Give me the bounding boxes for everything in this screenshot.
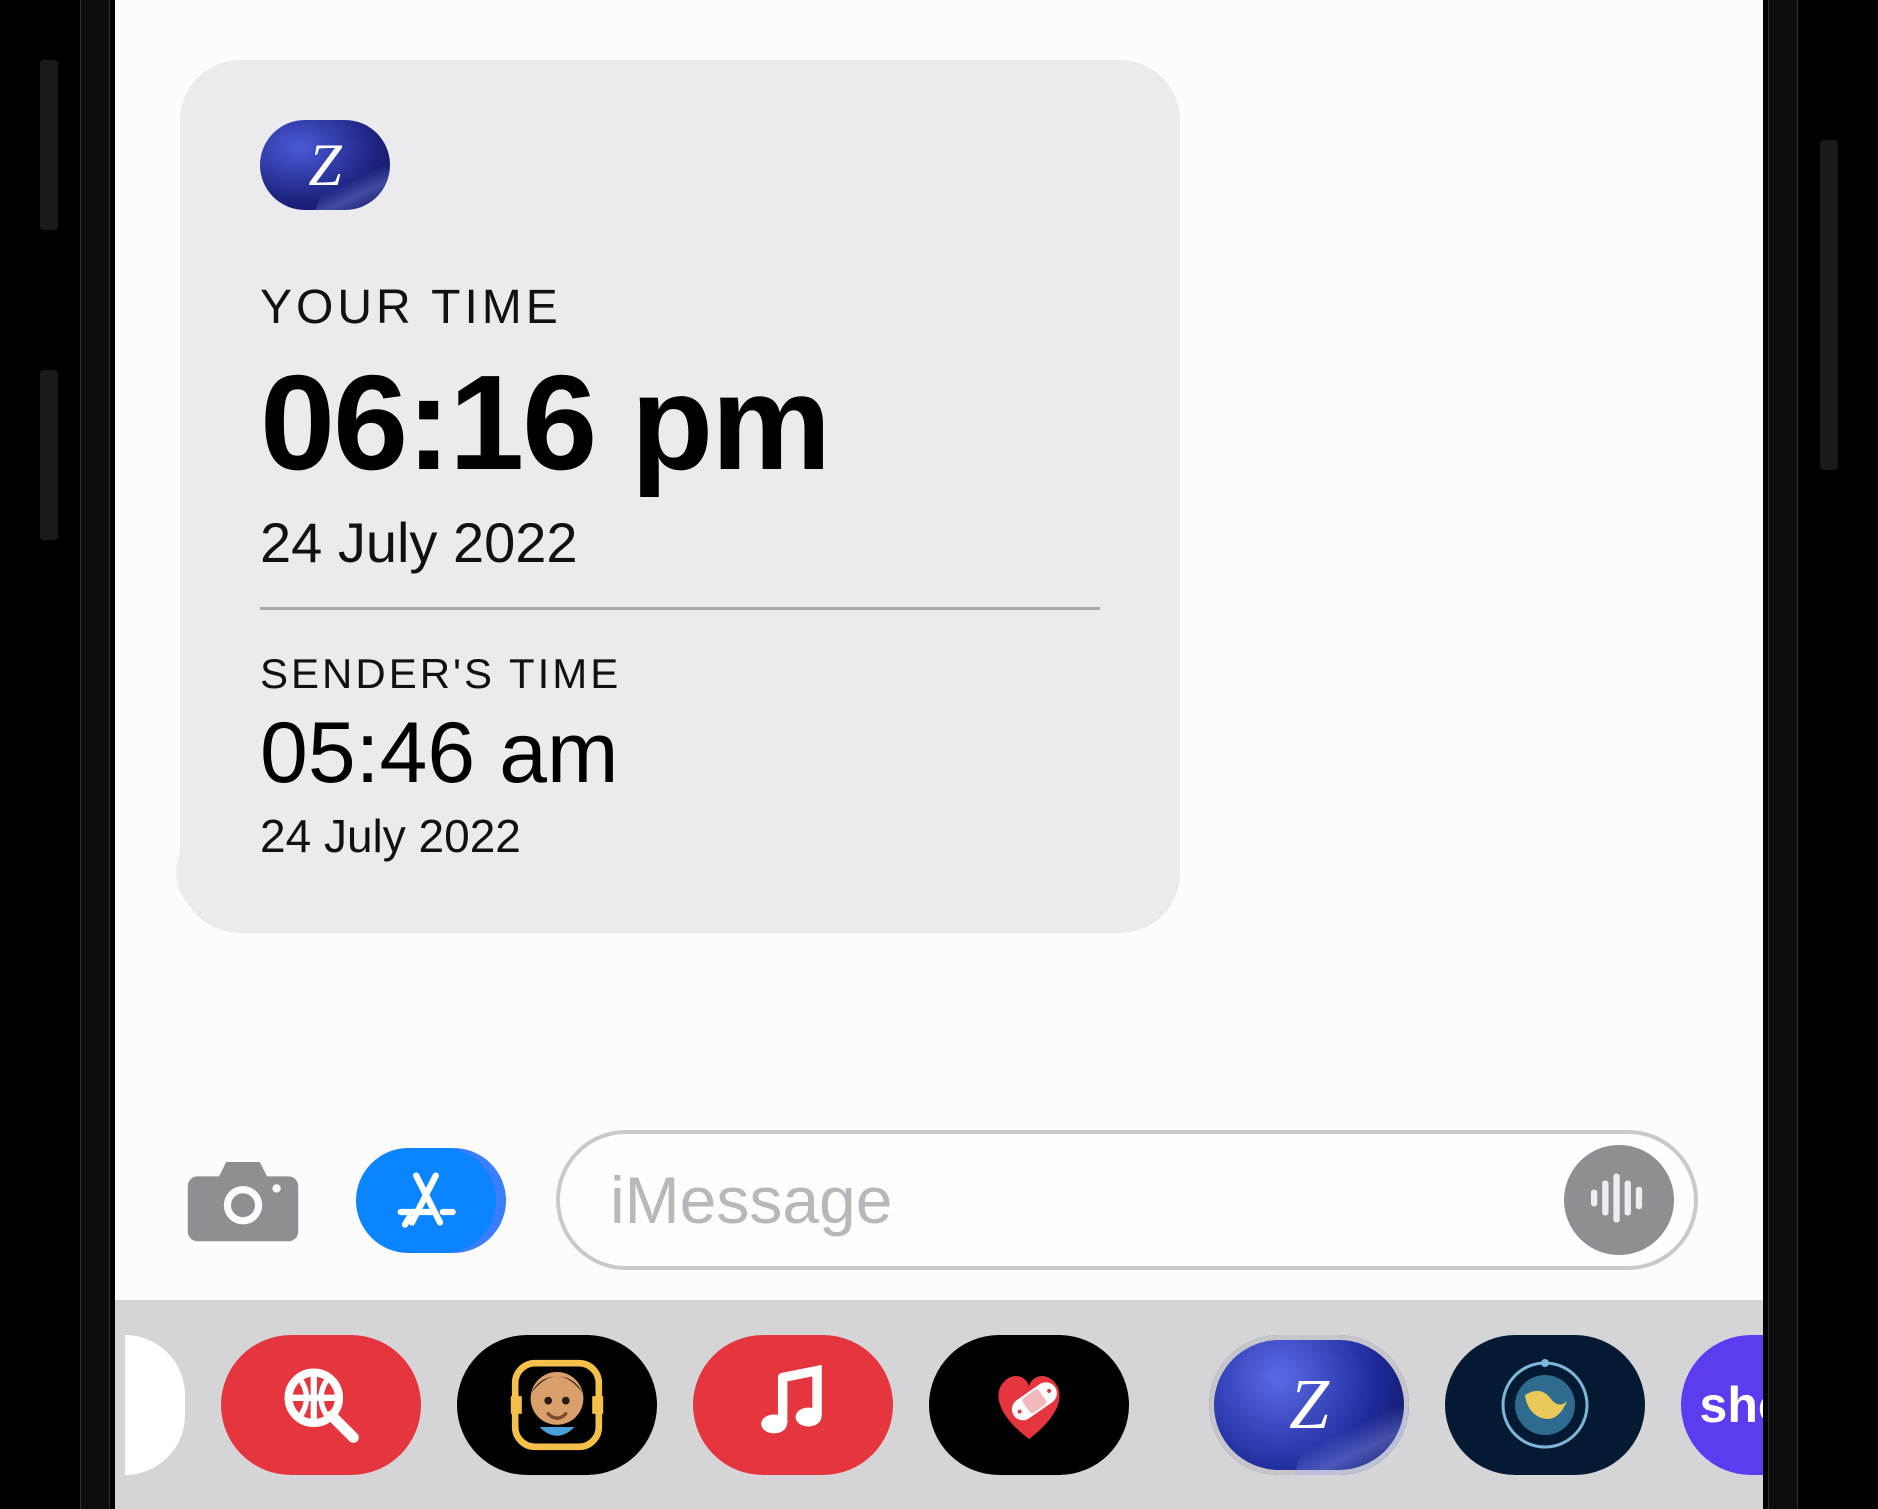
- zones-app-badge-icon: Z: [260, 120, 390, 210]
- drawer-app-memoji[interactable]: [457, 1335, 657, 1475]
- sender-time-label: SENDER'S TIME: [260, 650, 1100, 698]
- device-bezel-right: [1768, 0, 1798, 1509]
- memoji-icon: [502, 1350, 612, 1460]
- volume-down-button: [40, 370, 58, 540]
- drawer-app-globe[interactable]: [1445, 1335, 1645, 1475]
- heart-bandage-icon: [979, 1355, 1079, 1455]
- zones-icon: Z: [1289, 1363, 1329, 1446]
- message-placeholder: iMessage: [610, 1162, 892, 1238]
- waveform-icon: [1584, 1163, 1654, 1238]
- voice-message-button[interactable]: [1564, 1145, 1674, 1255]
- device-bezel-left: [80, 0, 110, 1509]
- drawer-app-zones[interactable]: Z: [1209, 1335, 1409, 1475]
- divider: [260, 607, 1100, 610]
- phone-screen: Z YOUR TIME 06:16 pm 24 July 2022 SENDER…: [115, 0, 1763, 1509]
- zones-app-glyph: Z: [308, 131, 341, 200]
- drawer-app-partial-left[interactable]: [125, 1335, 185, 1475]
- composer-row: iMessage: [180, 1130, 1698, 1270]
- volume-up-button: [40, 60, 58, 230]
- music-note-icon: [750, 1362, 836, 1448]
- sender-time-date: 24 July 2022: [260, 809, 1100, 863]
- camera-button[interactable]: [180, 1150, 306, 1250]
- globe-search-icon: [276, 1360, 366, 1450]
- power-button: [1820, 140, 1838, 470]
- message-bubble[interactable]: Z YOUR TIME 06:16 pm 24 July 2022 SENDER…: [180, 60, 1180, 933]
- sho-label: sho: [1700, 1376, 1763, 1434]
- camera-icon: [183, 1148, 303, 1253]
- globe-icon: [1495, 1355, 1595, 1455]
- imessage-app-drawer[interactable]: Z sho: [115, 1300, 1763, 1509]
- your-time-label: YOUR TIME: [260, 280, 1100, 335]
- drawer-app-sho[interactable]: sho: [1681, 1335, 1763, 1475]
- drawer-app-health[interactable]: [929, 1335, 1129, 1475]
- drawer-app-find[interactable]: [221, 1335, 421, 1475]
- your-time-date: 24 July 2022: [260, 510, 1100, 575]
- imessage-apps-button[interactable]: [356, 1148, 506, 1253]
- message-input[interactable]: iMessage: [556, 1130, 1698, 1270]
- drawer-app-music[interactable]: [693, 1335, 893, 1475]
- your-time-value: 06:16 pm: [260, 355, 1100, 490]
- app-store-icon: [391, 1163, 461, 1238]
- sender-time-value: 05:46 am: [260, 704, 1100, 803]
